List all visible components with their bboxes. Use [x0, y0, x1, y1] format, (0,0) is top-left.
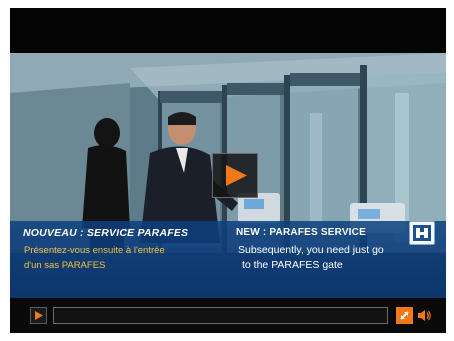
letterbox-top: [10, 8, 446, 53]
caption-fr-line2: d'un sas PARAFES: [24, 260, 106, 271]
volume-button[interactable]: [416, 307, 433, 324]
control-bar: [10, 298, 446, 333]
video-player: NOUVEAU : SERVICE PARAFES Présentez-vous…: [10, 8, 446, 333]
caption-en-line2: to the PARAFES gate: [242, 259, 343, 271]
fullscreen-icon: [400, 311, 409, 320]
caption-fr-line1: Présentez-vous ensuite à l'entrée: [24, 245, 165, 256]
seek-bar[interactable]: [53, 307, 388, 324]
play-button[interactable]: [30, 307, 47, 324]
speaker-icon: [418, 310, 431, 321]
fullscreen-button[interactable]: [396, 307, 413, 324]
caption-fr-title: NOUVEAU : SERVICE PARAFES: [23, 227, 189, 239]
play-icon: [35, 311, 43, 320]
video-frame[interactable]: NOUVEAU : SERVICE PARAFES Présentez-vous…: [10, 53, 446, 298]
big-play-button[interactable]: [212, 153, 258, 198]
caption-en-title: NEW : PARAFES SERVICE: [236, 227, 366, 238]
play-icon: [226, 165, 247, 186]
building-logo-icon: [409, 221, 435, 245]
caption-en-line1: Subsequently, you need just go: [238, 244, 384, 256]
